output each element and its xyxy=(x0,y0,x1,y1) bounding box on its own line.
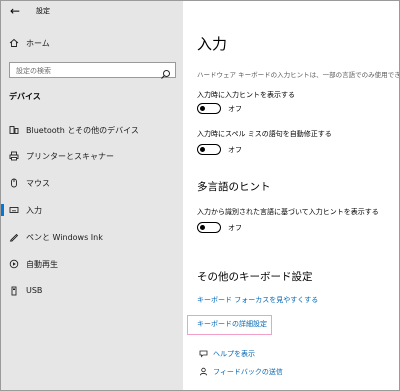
sidebar-item-usb[interactable]: USB xyxy=(1,280,183,302)
toggle-state-label: オフ xyxy=(228,105,242,113)
window-title: 設定 xyxy=(36,7,50,15)
main-content: 入力 ハードウェア キーボードの入力ヒントは、一部の言語でのみ使用でき 入力時に… xyxy=(183,1,400,390)
sidebar-item-label: Bluetooth とその他のデバイス xyxy=(26,126,139,135)
page-description: ハードウェア キーボードの入力ヒントは、一部の言語でのみ使用でき xyxy=(197,71,400,79)
settings-window: ← 設定 ホーム 設定の検索 デバイス Bluetooth とその他のデバイス xyxy=(0,0,400,391)
toggle-state-label: オフ xyxy=(228,146,242,154)
sidebar-item-label: マウス xyxy=(26,179,50,188)
setting-label-typing-hints: 入力時に入力ヒントを表示する xyxy=(197,91,295,99)
help-icon xyxy=(199,349,208,358)
sidebar-item-bluetooth[interactable]: Bluetooth とその他のデバイス xyxy=(1,119,183,141)
sidebar-item-printers[interactable]: プリンターとスキャナー xyxy=(1,145,183,167)
mouse-icon xyxy=(9,178,19,188)
sidebar-item-mouse[interactable]: マウス xyxy=(1,172,183,194)
setting-label-autocorrect: 入力時にスペル ミスの語句を自動修正する xyxy=(197,130,332,138)
section-title-multilingual: 多言語のヒント xyxy=(197,181,271,193)
search-input[interactable]: 設定の検索 xyxy=(9,62,176,79)
toggle-autocorrect[interactable] xyxy=(197,144,221,155)
section-heading-devices: デバイス xyxy=(9,92,41,101)
sidebar-item-pen[interactable]: ペンと Windows Ink xyxy=(1,226,183,248)
home-icon xyxy=(9,38,19,48)
link-get-help[interactable]: ヘルプを表示 xyxy=(213,349,255,359)
sidebar-item-label: USB xyxy=(26,286,43,295)
sidebar-item-typing[interactable]: 入力 xyxy=(1,199,183,221)
toggle-knob xyxy=(200,224,205,230)
page-title: 入力 xyxy=(197,35,228,53)
sidebar-item-label: 入力 xyxy=(26,206,42,215)
sidebar-item-label: ホーム xyxy=(26,39,50,48)
setting-label-multilingual: 入力から識別された言語に基づいて入力ヒントを表示する xyxy=(197,208,379,216)
search-placeholder: 設定の検索 xyxy=(16,67,51,75)
toggle-knob xyxy=(200,146,205,152)
feedback-icon xyxy=(199,367,208,376)
printer-icon xyxy=(9,151,19,161)
back-arrow-icon[interactable]: ← xyxy=(10,4,24,18)
toggle-multilingual[interactable] xyxy=(197,222,221,233)
toggle-typing-hints[interactable] xyxy=(197,103,221,114)
sidebar-item-label: 自動再生 xyxy=(26,260,58,269)
toggle-knob xyxy=(200,105,205,111)
link-keyboard-focus[interactable]: キーボード フォーカスを見やすくする xyxy=(197,295,318,305)
keyboard-icon xyxy=(9,205,19,215)
bluetooth-devices-icon xyxy=(9,125,19,135)
sidebar-item-label: プリンターとスキャナー xyxy=(26,152,114,161)
usb-icon xyxy=(9,286,19,296)
sidebar-item-home[interactable]: ホーム xyxy=(1,32,183,54)
link-advanced-keyboard-settings[interactable]: キーボードの詳細設定 xyxy=(197,319,267,329)
sidebar-item-autoplay[interactable]: 自動再生 xyxy=(1,253,183,275)
section-title-other-keyboard: その他のキーボード設定 xyxy=(197,271,313,283)
sidebar-item-label: ペンと Windows Ink xyxy=(26,233,103,242)
title-bar: ← 設定 xyxy=(1,1,183,23)
sidebar: ← 設定 ホーム 設定の検索 デバイス Bluetooth とその他のデバイス xyxy=(1,1,183,390)
link-send-feedback[interactable]: フィードバックの送信 xyxy=(213,367,283,377)
search-icon[interactable] xyxy=(160,65,171,79)
toggle-state-label: オフ xyxy=(228,224,242,232)
autoplay-icon xyxy=(9,259,19,269)
pen-icon xyxy=(9,232,19,242)
